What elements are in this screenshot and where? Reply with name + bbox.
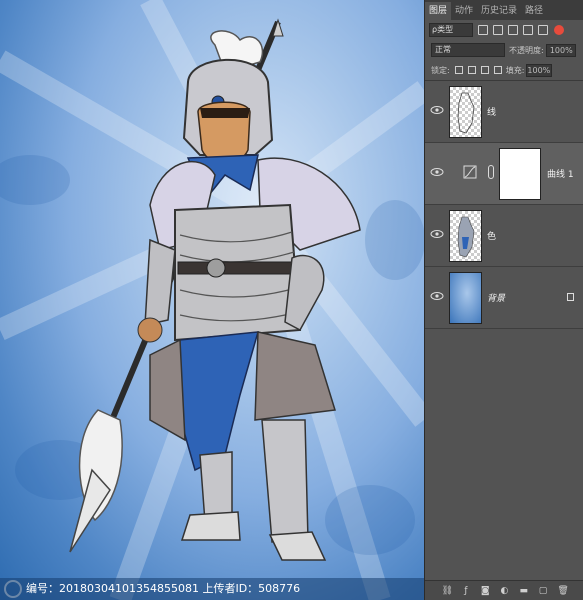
watermark-caption: 编号：20180304101354855081 上传者ID：508776 — [0, 578, 424, 600]
fx-icon[interactable]: ƒ — [461, 586, 471, 596]
filter-pixel-icon[interactable] — [478, 25, 488, 35]
panel-tabs: 图层 动作 历史记录 路径 — [425, 0, 583, 20]
tab-layers[interactable]: 图层 — [425, 2, 452, 20]
lock-all-icon[interactable] — [493, 66, 502, 74]
layer-row[interactable]: 曲线 1 — [425, 143, 583, 205]
layer-row[interactable]: 背景 — [425, 267, 583, 329]
link-icon[interactable]: ⛓ — [442, 586, 453, 596]
blend-mode-select[interactable]: 正常 — [431, 43, 505, 57]
tab-actions[interactable]: 动作 — [451, 2, 477, 20]
document-canvas[interactable]: 编号：20180304101354855081 上传者ID：508776 — [0, 0, 424, 600]
layer-name[interactable]: 线 — [487, 105, 496, 118]
lock-transparent-icon[interactable] — [454, 66, 463, 74]
trash-icon[interactable]: 🗑 — [557, 586, 568, 596]
layer-thumbnail — [449, 272, 482, 324]
layer-list: 线 曲线 1 色 背景 — [425, 80, 583, 580]
layer-row[interactable]: 线 — [425, 81, 583, 143]
opacity-label: 不透明度: — [509, 45, 544, 55]
filter-smart-object-icon[interactable] — [538, 25, 548, 35]
lock-position-icon[interactable] — [480, 66, 489, 74]
layers-panel: 图层 动作 历史记录 路径 ρ类型 正常 不透明度: 100% 锁定: 填充: … — [424, 0, 583, 600]
opacity-field[interactable]: 100% — [545, 43, 576, 57]
filter-type-icon[interactable] — [508, 25, 518, 35]
layer-thumbnail — [449, 210, 482, 262]
layer-thumbnail — [449, 86, 482, 138]
layer-row[interactable]: 色 — [425, 205, 583, 267]
eye-icon[interactable] — [430, 105, 444, 115]
folder-icon[interactable]: ▬ — [519, 586, 529, 596]
mask-icon[interactable]: ◙ — [480, 586, 490, 596]
fill-field[interactable]: 100% — [526, 63, 553, 77]
lock-label: 锁定: — [431, 65, 450, 75]
blend-row: 正常 不透明度: 100% — [425, 40, 583, 60]
tab-history[interactable]: 历史记录 — [477, 2, 521, 20]
artwork-illustration — [0, 0, 424, 600]
lock-icon — [567, 293, 574, 301]
layer-name[interactable]: 曲线 1 — [547, 167, 574, 180]
curves-adjustment-icon — [463, 165, 477, 179]
filter-shape-icon[interactable] — [523, 25, 533, 35]
new-layer-icon[interactable]: ▢ — [538, 586, 548, 596]
fill-label: 填充: — [505, 65, 525, 75]
eye-icon[interactable] — [430, 291, 444, 301]
filter-adjustment-icon[interactable] — [493, 25, 503, 35]
lock-row: 锁定: 填充: 100% — [425, 60, 583, 80]
layers-bottom-toolbar: ⛓ ƒ ◙ ◐ ▬ ▢ 🗑 — [425, 580, 583, 600]
filter-row: ρ类型 — [425, 20, 583, 40]
adjustment-icon[interactable]: ◐ — [499, 586, 509, 596]
filter-toggle-icon[interactable] — [554, 25, 564, 35]
tab-paths[interactable]: 路径 — [521, 2, 547, 20]
eye-icon[interactable] — [430, 167, 444, 177]
layer-mask-thumbnail[interactable] — [499, 148, 541, 200]
lock-pixels-icon[interactable] — [467, 66, 476, 74]
mask-link-icon[interactable] — [488, 165, 494, 179]
layer-name[interactable]: 背景 — [487, 291, 505, 304]
eye-icon[interactable] — [430, 229, 444, 239]
layer-name[interactable]: 色 — [487, 229, 496, 242]
layer-filter-select[interactable]: ρ类型 — [429, 23, 473, 37]
